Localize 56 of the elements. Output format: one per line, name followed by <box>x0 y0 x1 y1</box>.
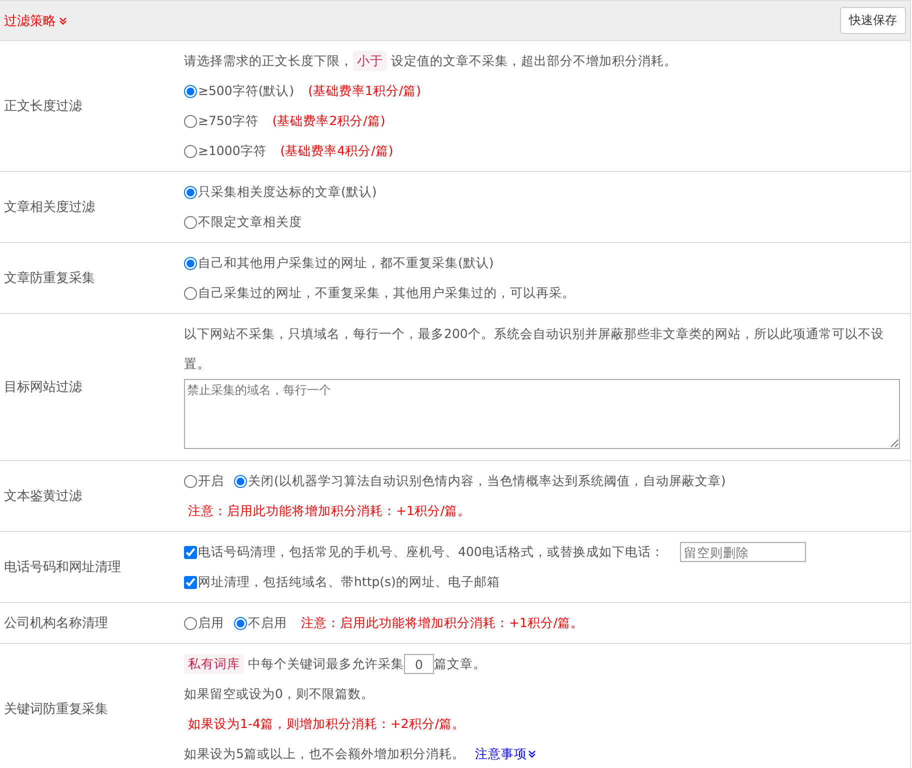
description-text: 如果留空或设为0，则不限篇数。 <box>184 685 374 703</box>
option-label[interactable]: 不启用 <box>248 608 287 638</box>
quick-save-button[interactable]: 快速保存 <box>840 7 906 34</box>
radio-button[interactable] <box>184 186 197 198</box>
chevron-down-icon <box>59 16 67 24</box>
description-text: 如果设为5篇或以上，也不会额外增加积分消耗。 <box>184 745 465 763</box>
highlight-tag: 私有词库 <box>184 654 244 674</box>
radio-button[interactable] <box>184 144 197 158</box>
domain-textarea[interactable]: 禁止采集的域名，每行一个 <box>184 379 900 449</box>
row-label: 公司机构名称清理 <box>4 615 108 632</box>
option-label[interactable]: 自己采集过的网址，不重复采集，其他用户采集过的，可以再采。 <box>198 278 575 308</box>
row-label: 正文长度过滤 <box>4 98 82 115</box>
option-label[interactable]: 关闭(以机器学习算法自动识别色情内容，当色情概率达到系统阈值，自动屏蔽文章) <box>248 466 726 496</box>
option-label[interactable]: 只采集相关度达标的文章(默认) <box>198 177 377 207</box>
radio-button[interactable] <box>234 474 247 488</box>
warning-text: 注意：启用此功能将增加积分消耗：+1积分/篇。 <box>301 614 584 632</box>
option-label[interactable]: 自己和其他用户采集过的网址，都不重复采集(默认) <box>198 248 494 278</box>
phone-input-field[interactable]: 留空则删除 <box>680 542 806 562</box>
row-label: 关键词防重复采集 <box>4 701 108 718</box>
option-label[interactable]: ≥750字符 <box>198 106 258 136</box>
row-label: 文本鉴黄过滤 <box>4 488 82 505</box>
option-label[interactable]: 开启 <box>198 466 224 496</box>
row-label: 文章相关度过滤 <box>4 199 95 216</box>
warning-text: (基础费率2积分/篇) <box>272 112 386 130</box>
checkbox[interactable] <box>184 546 197 558</box>
warning-text: 如果设为1-4篇，则增加积分消耗：+2积分/篇。 <box>188 715 466 733</box>
highlight-tag: 小于 <box>353 51 387 71</box>
radio-button[interactable] <box>184 286 197 300</box>
row-label: 目标网站过滤 <box>4 379 82 396</box>
notes-link[interactable]: 注意事项 <box>474 739 536 768</box>
warning-text: 注意：启用此功能将增加积分消耗：+1积分/篇。 <box>188 502 471 520</box>
warning-text: (基础费率1积分/篇) <box>308 82 422 100</box>
option-label[interactable]: 电话号码清理，包括常见的手机号、座机号、400电话格式，或替换成如下电话： <box>198 537 664 567</box>
description-text: 篇文章。 <box>434 655 486 673</box>
option-label[interactable]: 不限定文章相关度 <box>198 207 302 237</box>
warning-text: (基础费率4积分/篇) <box>280 142 394 160</box>
chevron-down-icon <box>528 750 536 758</box>
description-text: 中每个关键词最多允许采集 <box>248 655 404 673</box>
count-input-field[interactable]: 0 <box>404 654 434 674</box>
option-label[interactable]: 网址清理，包括纯域名、带http(s)的网址、电子邮箱 <box>198 567 500 597</box>
radio-button[interactable] <box>234 616 247 630</box>
radio-button[interactable] <box>184 616 197 630</box>
option-label[interactable]: 启用 <box>198 608 224 638</box>
description-text: 设定值的文章不采集，超出部分不增加积分消耗。 <box>391 52 677 70</box>
option-label[interactable]: ≥500字符(默认) <box>198 76 294 106</box>
row-label: 文章防重复采集 <box>4 270 95 287</box>
radio-button[interactable] <box>184 114 197 128</box>
description-text: 以下网站不采集，只填域名，每行一个，最多200个。系统会自动识别并屏蔽那些非文章类的网站，所以此项通常可以不设置。 <box>184 325 885 373</box>
description-text: 请选择需求的正文长度下限， <box>184 52 353 70</box>
radio-button[interactable] <box>184 84 197 98</box>
radio-button[interactable] <box>184 256 197 270</box>
radio-button[interactable] <box>184 216 197 228</box>
option-label[interactable]: ≥1000字符 <box>198 136 266 166</box>
checkbox[interactable] <box>184 576 197 588</box>
radio-button[interactable] <box>184 474 197 488</box>
row-label: 电话号码和网址清理 <box>4 559 121 576</box>
